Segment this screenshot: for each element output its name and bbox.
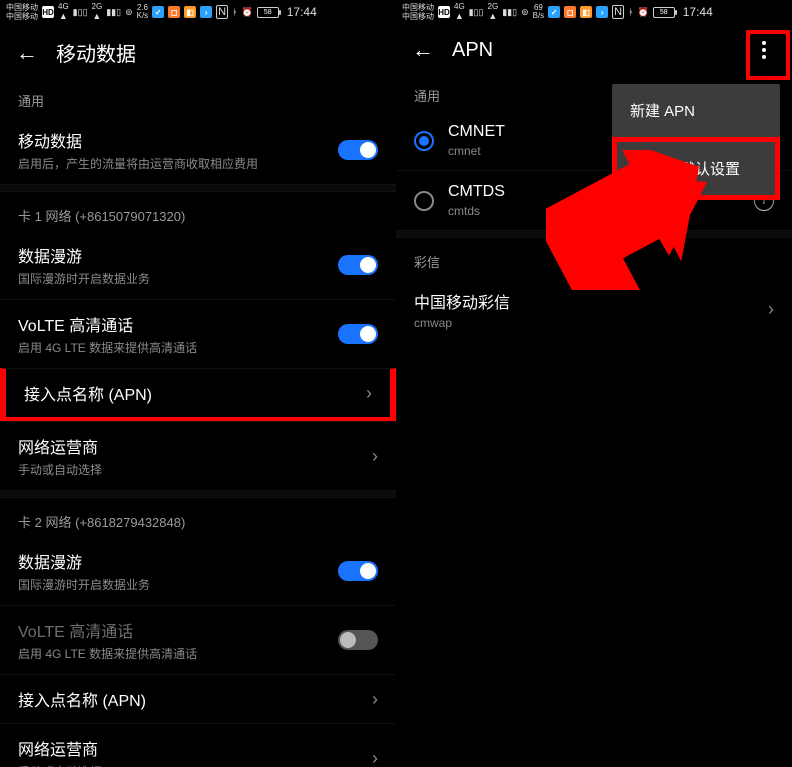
volte-toggle[interactable] [338, 324, 378, 344]
signal-4g-icon: 4G ▲ [454, 3, 465, 21]
status-bar: 中国移动 中国移动 HD 4G ▲ ▮▯▯ 2G ▲ ▮▮▯ ⊚ 2.6 K/s… [0, 0, 396, 24]
section-header-sim1: 卡 1 网络 (+8615079071320) [0, 192, 396, 231]
radio-selected-icon[interactable] [414, 131, 434, 151]
roaming2-label: 数据漫游 [18, 549, 324, 573]
overflow-menu: 新建 APN 重置为默认设置 [612, 84, 780, 200]
section-header-sim2: 卡 2 网络 (+8618279432848) [0, 498, 396, 537]
clock: 17:44 [287, 5, 317, 19]
back-icon[interactable]: ← [16, 42, 38, 64]
apn-cmtds-sub: cmtds [448, 204, 740, 218]
volte-label: VoLTE 高清通话 [18, 312, 324, 336]
alarm-icon: ⏰ [638, 7, 649, 18]
apn2-row[interactable]: 接入点名称 (APN) › [0, 674, 396, 723]
page-title: 移动数据 [56, 38, 136, 67]
chevron-right-icon: › [768, 299, 774, 320]
section-header-mms: 彩信 [396, 238, 792, 277]
carrier-label: 中国移动 中国移动 [6, 3, 38, 21]
roaming2-sub: 国际漫游时开启数据业务 [18, 576, 324, 593]
bluetooth-icon: ᚼ [628, 7, 633, 17]
hd-badge-icon: HD [42, 6, 54, 18]
carrier-sub: 手动或自动选择 [18, 461, 358, 478]
annotation-highlight-more [746, 30, 790, 80]
carrier2-label: 网络运营商 [18, 736, 358, 760]
signal-4g-icon: 4G ▲ [58, 3, 69, 21]
chevron-right-icon: › [372, 446, 378, 467]
battery-icon: 58 [257, 7, 279, 18]
radio-unselected-icon[interactable] [414, 191, 434, 211]
carrier-label: 网络运营商 [18, 434, 358, 458]
roaming-label: 数据漫游 [18, 243, 324, 267]
signal-bars-icon: ▮▯▯ [469, 7, 484, 18]
apn-mms-label: 中国移动彩信 [414, 289, 754, 313]
menu-item-new-apn[interactable]: 新建 APN [612, 84, 780, 137]
carrier2-row[interactable]: 网络运营商 手动或自动选择 › [0, 723, 396, 767]
roaming2-toggle[interactable] [338, 561, 378, 581]
alarm-icon: ⏰ [242, 7, 253, 18]
app-badge-icon: › [596, 6, 608, 18]
signal-bars-icon: ▮▮▯ [106, 7, 121, 18]
page-title: APN [452, 39, 493, 62]
hd-badge-icon: HD [438, 6, 450, 18]
app-badge-icon: ◧ [580, 6, 592, 18]
apn2-label: 接入点名称 (APN) [18, 687, 358, 711]
volte2-toggle[interactable] [338, 630, 378, 650]
volte-sub: 启用 4G LTE 数据来提供高清通话 [18, 339, 324, 356]
chevron-right-icon: › [372, 689, 378, 710]
clock: 17:44 [683, 5, 713, 19]
mobile-data-sub: 启用后，产生的流量将由运营商收取相应费用 [18, 155, 324, 172]
data-speed-indicator: 2.6 K/s [137, 4, 149, 20]
signal-2g-icon: 2G ▲ [92, 3, 103, 21]
signal-bars-icon: ▮▮▯ [502, 7, 517, 18]
carrier2-sub: 手动或自动选择 [18, 763, 358, 767]
status-bar: 中国移动 中国移动 HD 4G ▲ ▮▯▯ 2G ▲ ▮▮▯ ⊚ 69 B/s … [396, 0, 792, 24]
apn-item-mms[interactable]: 中国移动彩信 cmwap › [396, 277, 792, 342]
battery-icon: 58 [653, 7, 675, 18]
volte-row[interactable]: VoLTE 高清通话 启用 4G LTE 数据来提供高清通话 [0, 299, 396, 368]
roaming-row[interactable]: 数据漫游 国际漫游时开启数据业务 [0, 231, 396, 299]
app-badge-icon: ◻ [168, 6, 180, 18]
nfc-icon: N [612, 5, 624, 19]
app-badge-icon: ✓ [152, 6, 164, 18]
mobile-data-row[interactable]: 移动数据 启用后，产生的流量将由运营商收取相应费用 [0, 116, 396, 184]
menu-item-reset-apn[interactable]: 重置为默认设置 [612, 137, 780, 200]
carrier-label: 中国移动 中国移动 [402, 3, 434, 21]
header: ← 移动数据 [0, 24, 396, 77]
app-badge-icon: ✓ [548, 6, 560, 18]
screen-mobile-data: 中国移动 中国移动 HD 4G ▲ ▮▯▯ 2G ▲ ▮▮▯ ⊚ 2.6 K/s… [0, 0, 396, 767]
mobile-data-label: 移动数据 [18, 128, 324, 152]
app-badge-icon: ◧ [184, 6, 196, 18]
section-header-general: 通用 [0, 77, 396, 116]
roaming-sub: 国际漫游时开启数据业务 [18, 270, 324, 287]
apn-mms-sub: cmwap [414, 316, 754, 330]
data-speed-indicator: 69 B/s [533, 4, 545, 20]
bluetooth-icon: ᚼ [232, 7, 237, 17]
apn-row[interactable]: 接入点名称 (APN) › [0, 368, 396, 421]
volte2-label: VoLTE 高清通话 [18, 618, 324, 642]
signal-bars-icon: ▮▯▯ [73, 7, 88, 18]
mobile-data-toggle[interactable] [338, 140, 378, 160]
volte2-row[interactable]: VoLTE 高清通话 启用 4G LTE 数据来提供高清通话 [0, 605, 396, 674]
chevron-right-icon: › [372, 748, 378, 767]
apn-label: 接入点名称 (APN) [24, 381, 352, 405]
header: ← APN [396, 24, 792, 72]
signal-2g-icon: 2G ▲ [488, 3, 499, 21]
nfc-icon: N [216, 5, 228, 19]
roaming-toggle[interactable] [338, 255, 378, 275]
app-badge-icon: ◻ [564, 6, 576, 18]
volte2-sub: 启用 4G LTE 数据来提供高清通话 [18, 645, 324, 662]
wifi-icon: ⊚ [125, 7, 133, 18]
carrier-row[interactable]: 网络运营商 手动或自动选择 › [0, 421, 396, 490]
app-badge-icon: › [200, 6, 212, 18]
wifi-icon: ⊚ [521, 7, 529, 18]
roaming2-row[interactable]: 数据漫游 国际漫游时开启数据业务 [0, 537, 396, 605]
screen-apn: 中国移动 中国移动 HD 4G ▲ ▮▯▯ 2G ▲ ▮▮▯ ⊚ 69 B/s … [396, 0, 792, 767]
chevron-right-icon: › [366, 383, 372, 404]
back-icon[interactable]: ← [412, 39, 434, 61]
